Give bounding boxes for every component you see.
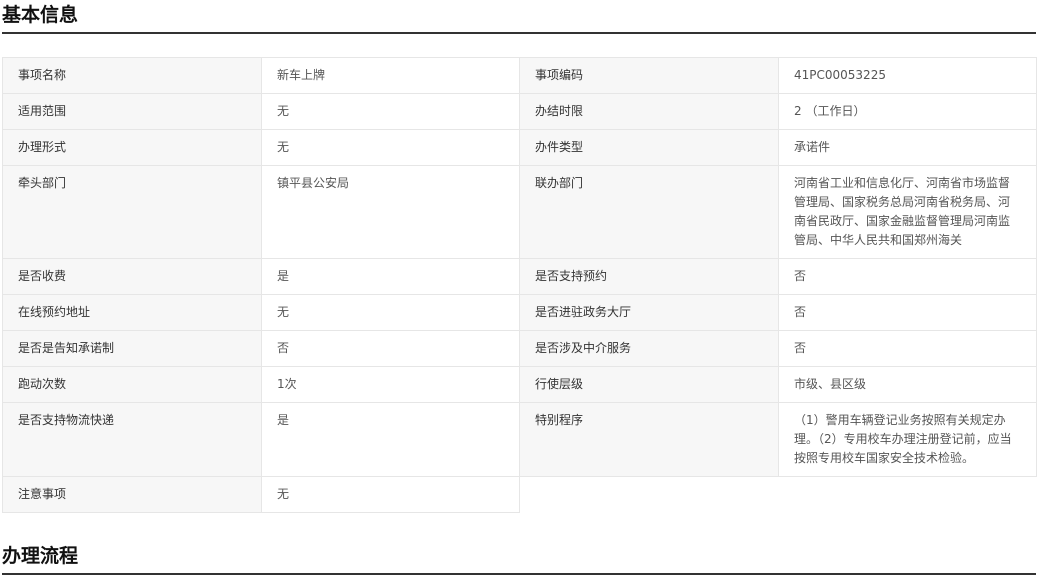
info-row: 是否是告知承诺制否是否涉及中介服务否 bbox=[2, 330, 1037, 367]
field-label: 办件类型 bbox=[519, 129, 779, 166]
field-label: 联办部门 bbox=[519, 165, 779, 259]
field-label: 注意事项 bbox=[2, 476, 262, 513]
field-label: 是否支持物流快递 bbox=[2, 402, 262, 477]
info-row: 是否支持物流快递是特别程序 （1）警用车辆登记业务按照有关规定办理。（2）专用校车… bbox=[2, 402, 1037, 477]
info-row: 牵头部门 镇平县公安局 联办部门 河南省工业和信息化厅、河南省市场监督管理局、国家税务… bbox=[2, 165, 1037, 259]
field-value: 市级、县区级 bbox=[778, 366, 1037, 403]
field-value: 无 bbox=[261, 129, 520, 166]
field-value: 是 bbox=[261, 402, 520, 477]
field-value: 无 bbox=[261, 93, 520, 130]
empty-cell bbox=[519, 476, 1037, 513]
field-value: 41PC00053225 bbox=[778, 57, 1037, 94]
field-label: 牵头部门 bbox=[2, 165, 262, 259]
field-label: 特别程序 bbox=[519, 402, 779, 477]
field-value: 否 bbox=[778, 258, 1037, 295]
field-value: 是 bbox=[261, 258, 520, 295]
field-value: 河南省工业和信息化厅、河南省市场监督管理局、国家税务总局河南省税务局、河南省民政… bbox=[778, 165, 1037, 259]
info-row: 适用范围无办结时限 2 （工作日） bbox=[2, 93, 1037, 130]
info-row: 注意事项无 bbox=[2, 476, 1037, 513]
field-label: 跑动次数 bbox=[2, 366, 262, 403]
field-value: 承诺件 bbox=[778, 129, 1037, 166]
field-value: 1次 bbox=[261, 366, 520, 403]
field-label: 办理形式 bbox=[2, 129, 262, 166]
field-label: 是否进驻政务大厅 bbox=[519, 294, 779, 331]
field-value: 2 （工作日） bbox=[778, 93, 1037, 130]
field-value: 否 bbox=[261, 330, 520, 367]
info-row: 跑动次数 1次 行使层级 市级、县区级 bbox=[2, 366, 1037, 403]
field-label: 是否是告知承诺制 bbox=[2, 330, 262, 367]
field-value: 无 bbox=[261, 294, 520, 331]
field-label: 事项编码 bbox=[519, 57, 779, 94]
field-label: 适用范围 bbox=[2, 93, 262, 130]
process-title: 办理流程 bbox=[2, 545, 79, 567]
field-value: （1）警用车辆登记业务按照有关规定办理。（2）专用校车办理注册登记前，应当按照专… bbox=[778, 402, 1037, 477]
field-label: 事项名称 bbox=[2, 57, 262, 94]
info-row: 是否收费是是否支持预约否 bbox=[2, 258, 1037, 295]
process-divider bbox=[2, 573, 1036, 575]
info-row: 办理形式无办件类型 承诺件 bbox=[2, 129, 1037, 166]
field-label: 是否涉及中介服务 bbox=[519, 330, 779, 367]
info-row: 在线预约地址无是否进驻政务大厅否 bbox=[2, 294, 1037, 331]
field-value: 镇平县公安局 bbox=[261, 165, 520, 259]
basic-info-divider bbox=[2, 32, 1036, 34]
field-value: 新车上牌 bbox=[261, 57, 520, 94]
field-label: 办结时限 bbox=[519, 93, 779, 130]
field-label: 在线预约地址 bbox=[2, 294, 262, 331]
basic-info-table: 事项名称 新车上牌 事项编码 41PC00053225 适用范围无办结时限 2 （工作日）… bbox=[2, 57, 1037, 513]
field-label: 是否收费 bbox=[2, 258, 262, 295]
field-value: 否 bbox=[778, 294, 1037, 331]
field-label: 行使层级 bbox=[519, 366, 779, 403]
field-value: 无 bbox=[261, 476, 520, 513]
field-value: 否 bbox=[778, 330, 1037, 367]
info-row: 事项名称 新车上牌 事项编码 41PC00053225 bbox=[2, 57, 1037, 94]
basic-info-title: 基本信息 bbox=[2, 4, 79, 26]
field-label: 是否支持预约 bbox=[519, 258, 779, 295]
